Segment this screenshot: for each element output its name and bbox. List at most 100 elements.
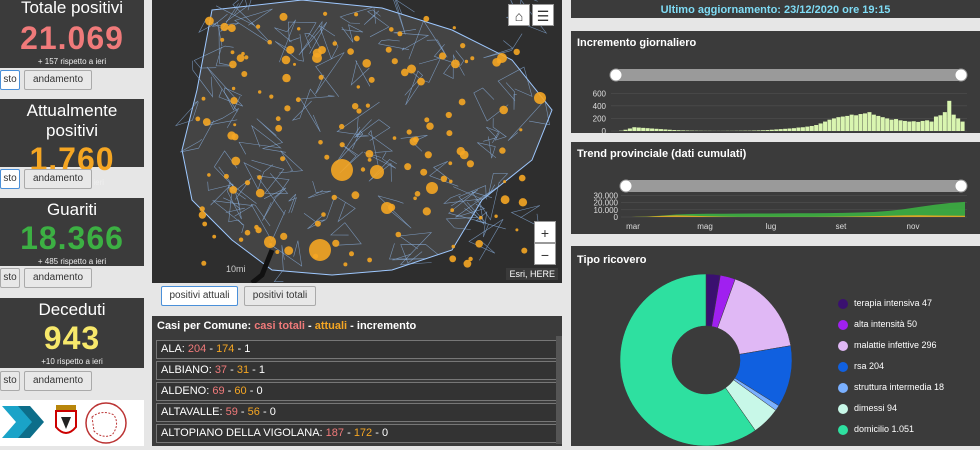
case-marker	[463, 259, 472, 268]
case-marker	[201, 260, 207, 266]
andamento-button[interactable]: andamento	[24, 169, 92, 189]
bar	[823, 121, 828, 131]
stat-tab-button[interactable]: sto	[0, 169, 20, 189]
bar	[676, 130, 681, 131]
bar	[645, 128, 650, 131]
case-marker	[391, 58, 398, 65]
case-marker	[231, 86, 236, 91]
list-item[interactable]: ALDENO: 69 - 60 - 0	[156, 382, 562, 401]
case-marker	[423, 15, 430, 22]
case-marker	[424, 117, 430, 123]
case-marker	[439, 52, 447, 60]
case-marker	[503, 180, 507, 184]
case-marker	[494, 214, 498, 218]
case-marker	[440, 175, 448, 182]
bar	[858, 114, 863, 131]
legend-swatch	[838, 319, 848, 330]
map-canvas[interactable]	[152, 0, 562, 283]
list-item[interactable]: ALA: 204 - 174 - 1	[156, 340, 562, 359]
legend-item: struttura intermedia 18	[838, 381, 944, 393]
andamento-button[interactable]: andamento	[24, 70, 92, 90]
home-icon[interactable]: ⌂	[508, 4, 530, 26]
case-marker	[275, 116, 281, 122]
stat-title: Deceduti	[38, 300, 106, 319]
zoom-out-button[interactable]: −	[534, 243, 556, 265]
bar	[929, 121, 934, 131]
zoom-in-button[interactable]: +	[534, 221, 556, 243]
bar	[818, 123, 823, 131]
range-slider-start-handle	[619, 179, 633, 193]
stat-tab-button[interactable]: sto	[0, 268, 20, 288]
casi-incremento: 0	[381, 427, 389, 439]
range-slider-end-handle	[954, 179, 968, 193]
bar	[778, 129, 783, 131]
x-tick-label: nov	[907, 222, 920, 231]
list-scrollbar[interactable]	[556, 336, 562, 444]
case-marker	[312, 48, 322, 58]
legend-item: malattie infettive 296	[838, 339, 937, 351]
case-marker	[318, 140, 323, 145]
case-marker	[257, 175, 262, 180]
casi-attuali: 60	[234, 385, 247, 397]
case-marker	[370, 165, 384, 179]
bar	[907, 121, 912, 131]
list-item[interactable]: ALBIANO: 37 - 31 - 1	[156, 361, 562, 380]
case-marker	[297, 27, 301, 31]
list-item[interactable]: ALTOPIANO DELLA VIGOLANA: 187 - 172 - 0	[156, 424, 562, 443]
case-marker	[389, 27, 394, 32]
case-marker	[445, 111, 452, 119]
legend-label: alta intensità 50	[854, 319, 918, 329]
bar	[765, 130, 770, 131]
case-marker	[231, 133, 239, 141]
case-marker	[353, 35, 360, 42]
legend-swatch	[838, 382, 848, 393]
stat-title: Totale positivi	[20, 0, 124, 17]
tab-positivi-attuali[interactable]: positivi attuali	[161, 286, 238, 306]
list-item[interactable]: ALTAVALLE: 59 - 56 - 0	[156, 403, 562, 422]
stat-value: 18.366	[20, 220, 124, 256]
bar	[760, 130, 765, 131]
bar	[681, 130, 686, 131]
casi-list[interactable]: ALA: 204 - 174 - 1 ALBIANO: 37 - 31 - 1 AL…	[152, 336, 562, 444]
stat-attualmente-positivi: Attualmente positivi 1.760 -338 rispetto…	[0, 99, 144, 187]
case-marker	[417, 77, 425, 86]
case-marker	[331, 159, 353, 181]
case-marker	[406, 129, 412, 135]
map-view[interactable]: ⌂ ☰ + − 10mi Esri, HERE	[152, 0, 562, 283]
stat-tab-button[interactable]: sto	[0, 371, 20, 391]
casi-header-att: attuali	[314, 320, 348, 332]
case-marker	[295, 97, 301, 103]
case-marker	[279, 12, 288, 21]
tab-positivi-totali[interactable]: positivi totali	[244, 286, 316, 306]
bar	[632, 127, 637, 131]
case-marker	[255, 227, 262, 234]
case-marker	[365, 103, 370, 108]
bar	[902, 120, 907, 131]
case-marker	[518, 198, 528, 207]
case-marker	[470, 56, 475, 61]
case-marker	[309, 239, 331, 261]
case-marker	[324, 154, 330, 160]
bar	[836, 117, 841, 131]
case-marker	[420, 168, 428, 176]
case-marker	[227, 24, 236, 33]
trend-chart[interactable]: 30.00020.00010.0000mar mag lug set nov	[571, 162, 980, 234]
layer-list-icon[interactable]: ☰	[532, 4, 554, 26]
case-marker	[332, 239, 340, 247]
incremento-chart[interactable]: 6004002000marmaglugsetnov	[571, 53, 980, 133]
case-marker	[212, 234, 217, 239]
andamento-button[interactable]: andamento	[24, 268, 92, 288]
case-marker	[233, 123, 237, 127]
case-marker	[258, 90, 262, 94]
andamento-button[interactable]: andamento	[24, 371, 92, 391]
case-marker	[275, 250, 280, 254]
bar	[885, 118, 890, 131]
bar	[862, 113, 868, 131]
case-marker	[286, 45, 295, 55]
case-marker	[284, 246, 294, 256]
stat-tab-button[interactable]: sto	[0, 70, 20, 90]
x-tick-label: mag	[697, 222, 713, 231]
bar	[942, 112, 947, 131]
y-tick-label: 0	[602, 127, 607, 133]
case-marker	[404, 163, 412, 171]
